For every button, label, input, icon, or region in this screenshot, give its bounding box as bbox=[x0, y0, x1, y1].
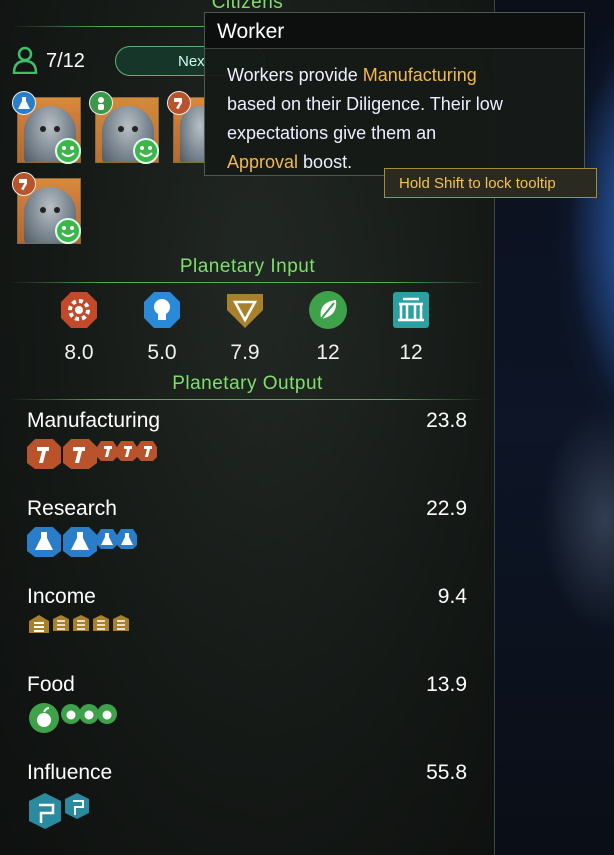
tooltip-body: Workers provide Manufacturing based on t… bbox=[227, 65, 503, 172]
input-income-value: 7.9 bbox=[230, 341, 260, 364]
output-label: Influence bbox=[27, 761, 113, 784]
population-icon bbox=[12, 46, 38, 74]
output-divider bbox=[10, 399, 485, 400]
input-research-value: 5.0 bbox=[147, 341, 177, 364]
manufacturing-highlight: Manufacturing bbox=[362, 65, 477, 85]
output-row-influence[interactable]: Influence 55.8 bbox=[27, 761, 467, 829]
input-divider bbox=[10, 282, 485, 283]
worker-hammer-icon bbox=[167, 91, 191, 115]
research-bulb-icon bbox=[144, 292, 180, 328]
output-label: Food bbox=[27, 673, 75, 696]
manufacturing-gear-icon bbox=[61, 292, 97, 328]
input-food[interactable]: 12 bbox=[298, 290, 358, 365]
output-value: 22.9 bbox=[426, 497, 467, 520]
input-research[interactable]: 5.0 bbox=[132, 290, 192, 365]
approval-happy-icon bbox=[55, 218, 81, 244]
manufacturing-hammer-icon bbox=[27, 439, 157, 469]
planetary-input-title: Planetary Input bbox=[179, 256, 316, 277]
lock-tooltip-hint: Hold Shift to lock tooltip bbox=[384, 168, 597, 198]
food-apple-icon bbox=[29, 703, 117, 733]
citizen-avatar bbox=[180, 106, 204, 162]
approval-happy-icon bbox=[133, 138, 159, 164]
output-label: Income bbox=[27, 585, 96, 608]
output-row-income[interactable]: Income 9.4 bbox=[27, 585, 467, 633]
tooltip-title: Worker bbox=[205, 13, 584, 49]
planetary-output-title: Planetary Output bbox=[172, 373, 323, 394]
output-row-research[interactable]: Research 22.9 bbox=[27, 497, 467, 557]
input-manufacturing-value: 8.0 bbox=[64, 341, 94, 364]
input-income[interactable]: 7.9 bbox=[215, 290, 275, 365]
output-label: Manufacturing bbox=[27, 409, 161, 432]
input-influence[interactable]: 12 bbox=[381, 290, 441, 365]
output-value: 55.8 bbox=[426, 761, 467, 784]
influence-building-icon bbox=[393, 292, 429, 328]
research-flask-icon bbox=[27, 527, 137, 557]
worker-tooltip: Worker Workers provide Manufacturing bas… bbox=[204, 12, 585, 176]
output-value: 23.8 bbox=[426, 409, 467, 432]
input-influence-value: 12 bbox=[399, 341, 423, 364]
approval-happy-icon bbox=[55, 138, 81, 164]
output-label: Research bbox=[27, 497, 117, 520]
income-diamond-icon bbox=[227, 294, 263, 328]
approval-highlight: Approval bbox=[227, 152, 299, 172]
input-food-value: 12 bbox=[316, 341, 340, 364]
population-count: 7/12 bbox=[46, 50, 85, 72]
scientist-flask-icon bbox=[12, 91, 36, 115]
citizen-person-icon bbox=[89, 91, 113, 115]
worker-hammer-icon bbox=[12, 172, 36, 196]
output-row-manufacturing[interactable]: Manufacturing 23.8 bbox=[27, 409, 467, 469]
food-leaf-icon bbox=[309, 291, 347, 329]
input-manufacturing[interactable]: 8.0 bbox=[49, 290, 109, 365]
income-coin-icon bbox=[29, 615, 129, 633]
output-value: 13.9 bbox=[426, 673, 467, 696]
influence-flag-icon bbox=[29, 793, 89, 829]
output-row-food[interactable]: Food 13.9 bbox=[27, 673, 467, 733]
output-value: 9.4 bbox=[437, 585, 467, 608]
